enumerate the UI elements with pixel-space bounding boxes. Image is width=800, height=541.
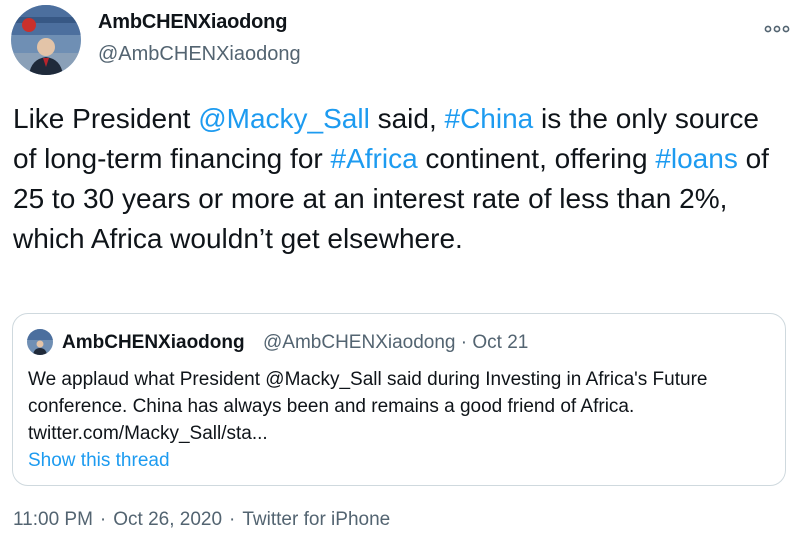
quoted-author-handle-date: @AmbCHENXiaodong · Oct 21	[263, 332, 529, 353]
avatar-image	[11, 5, 81, 75]
quoted-text-line: We applaud what President @Macky_Sall sa…	[28, 369, 708, 390]
hashtag-loans-link[interactable]: #loans	[655, 143, 738, 174]
author-handle[interactable]: @AmbCHENXiaodong	[98, 43, 301, 66]
quoted-tweet-text: We applaud what President @Macky_Sall sa…	[28, 366, 768, 447]
author-avatar[interactable]	[11, 5, 81, 75]
quoted-text-line: conference. China has always been and re…	[28, 396, 635, 417]
tweet-source[interactable]: Twitter for iPhone	[242, 509, 390, 530]
tweet-date[interactable]: Oct 26, 2020	[113, 509, 222, 530]
hashtag-africa-link[interactable]: #Africa	[331, 143, 418, 174]
tweet-time[interactable]: 11:00 PM	[13, 509, 93, 530]
quoted-tweet[interactable]: AmbCHENXiaodong @AmbCHENXiaodong · Oct 2…	[12, 313, 786, 486]
tweet-text-part: Like President	[13, 103, 199, 134]
hashtag-china-link[interactable]: #China	[445, 103, 534, 134]
more-horizontal-icon	[764, 25, 790, 33]
more-options-icon[interactable]	[764, 22, 790, 34]
tweet-text: Like President @Macky_Sall said, #China …	[13, 99, 783, 259]
tweet-card: AmbCHENXiaodong @AmbCHENXiaodong Like Pr…	[0, 0, 800, 541]
quoted-author-avatar[interactable]	[27, 329, 53, 355]
separator: ·	[99, 509, 107, 530]
show-thread-link[interactable]: Show this thread	[28, 450, 170, 472]
quoted-text-line: twitter.com/Macky_Sall/sta...	[28, 423, 268, 444]
mention-link[interactable]: @Macky_Sall	[198, 103, 370, 134]
quoted-author-name[interactable]: AmbCHENXiaodong	[62, 332, 245, 354]
tweet-metadata: 11:00 PM · Oct 26, 2020 · Twitter for iPhone	[13, 509, 390, 531]
tweet-text-part: continent, offering	[417, 143, 656, 174]
tweet-text-part: said,	[369, 103, 445, 134]
separator: ·	[229, 509, 236, 530]
author-display-name[interactable]: AmbCHENXiaodong	[98, 11, 287, 34]
avatar-image	[27, 329, 53, 355]
